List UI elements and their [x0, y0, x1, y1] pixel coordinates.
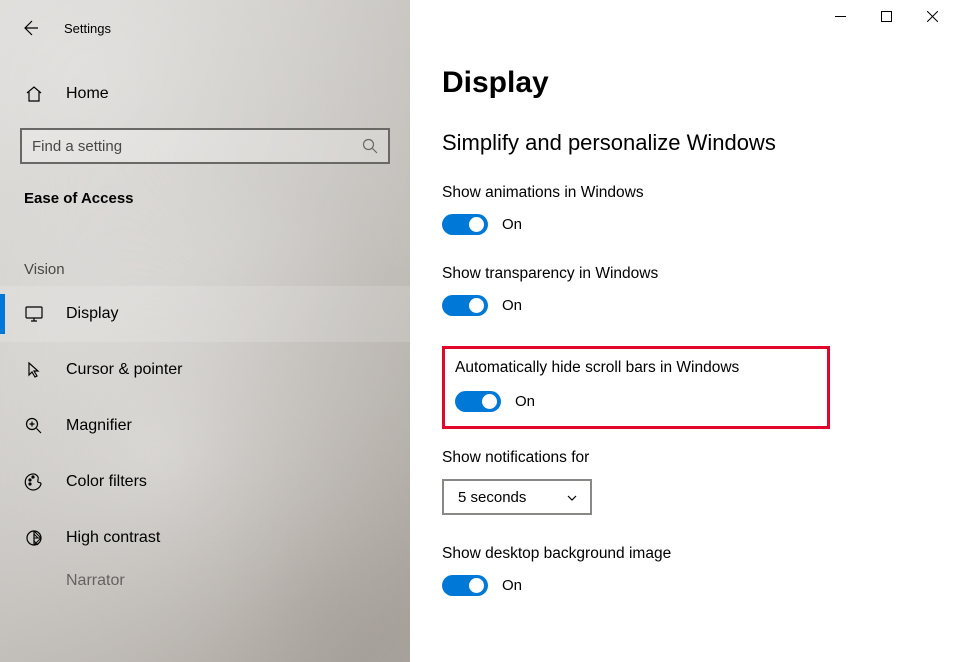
group-title: Vision	[0, 225, 410, 286]
narrator-icon	[24, 571, 44, 591]
toggle-row: On	[442, 214, 955, 235]
setting-notifications: Show notifications for 5 seconds	[442, 449, 955, 515]
toggle-state: On	[515, 393, 535, 410]
page-title: Display	[442, 66, 955, 100]
toggle-state: On	[502, 297, 522, 314]
setting-scrollbars-highlighted: Automatically hide scroll bars in Window…	[442, 346, 830, 429]
sidebar-item-cursor-pointer[interactable]: Cursor & pointer	[0, 342, 410, 398]
search-box[interactable]	[20, 128, 390, 164]
toggle-row: On	[442, 575, 955, 596]
sidebar-item-display[interactable]: Display	[0, 286, 410, 342]
setting-animations: Show animations in Windows On	[442, 184, 955, 235]
contrast-icon	[24, 528, 44, 548]
sidebar-item-label: Display	[66, 305, 118, 323]
title-row: Settings	[0, 8, 410, 48]
cursor-icon	[24, 360, 44, 380]
transparency-toggle[interactable]	[442, 295, 488, 316]
sidebar-item-narrator[interactable]: Narrator	[0, 566, 410, 596]
maximize-button[interactable]	[863, 0, 909, 32]
sidebar-item-color-filters[interactable]: Color filters	[0, 454, 410, 510]
search-input[interactable]	[32, 138, 362, 155]
window-controls	[817, 0, 955, 32]
sidebar-item-label: Narrator	[66, 572, 125, 590]
sidebar-item-label: Cursor & pointer	[66, 361, 183, 379]
setting-desktop-bg: Show desktop background image On	[442, 545, 955, 596]
app-title: Settings	[64, 21, 111, 36]
search-icon	[362, 138, 378, 154]
chevron-down-icon	[566, 491, 578, 503]
home-icon	[24, 84, 44, 104]
sidebar-item-high-contrast[interactable]: High contrast	[0, 510, 410, 566]
notifications-dropdown[interactable]: 5 seconds	[442, 479, 592, 515]
main-content: Display Simplify and personalize Windows…	[410, 0, 955, 662]
setting-transparency: Show transparency in Windows On	[442, 265, 955, 316]
home-nav[interactable]: Home	[0, 66, 410, 122]
scrollbars-toggle[interactable]	[455, 391, 501, 412]
section-title: Simplify and personalize Windows	[442, 130, 955, 156]
sidebar-item-magnifier[interactable]: Magnifier	[0, 398, 410, 454]
minimize-button[interactable]	[817, 0, 863, 32]
sidebar-item-label: Magnifier	[66, 417, 132, 435]
monitor-icon	[24, 304, 44, 324]
setting-label: Automatically hide scroll bars in Window…	[455, 359, 811, 377]
magnifier-icon	[24, 416, 44, 436]
search-container	[0, 128, 410, 164]
back-button[interactable]	[20, 18, 40, 38]
toggle-state: On	[502, 577, 522, 594]
home-label: Home	[66, 85, 109, 103]
settings-window: Settings Home Ease of Access Vision Disp…	[0, 0, 955, 662]
palette-icon	[24, 472, 44, 492]
desktop-bg-toggle[interactable]	[442, 575, 488, 596]
sidebar: Settings Home Ease of Access Vision Disp…	[0, 0, 410, 662]
setting-label: Show notifications for	[442, 449, 955, 467]
toggle-state: On	[502, 216, 522, 233]
setting-label: Show animations in Windows	[442, 184, 955, 202]
sidebar-item-label: High contrast	[66, 529, 160, 547]
toggle-row: On	[442, 295, 955, 316]
setting-label: Show desktop background image	[442, 545, 955, 563]
sidebar-item-label: Color filters	[66, 473, 147, 491]
dropdown-value: 5 seconds	[458, 489, 526, 506]
close-button[interactable]	[909, 0, 955, 32]
setting-label: Show transparency in Windows	[442, 265, 955, 283]
category-title: Ease of Access	[0, 164, 410, 225]
toggle-row: On	[455, 391, 811, 412]
animations-toggle[interactable]	[442, 214, 488, 235]
